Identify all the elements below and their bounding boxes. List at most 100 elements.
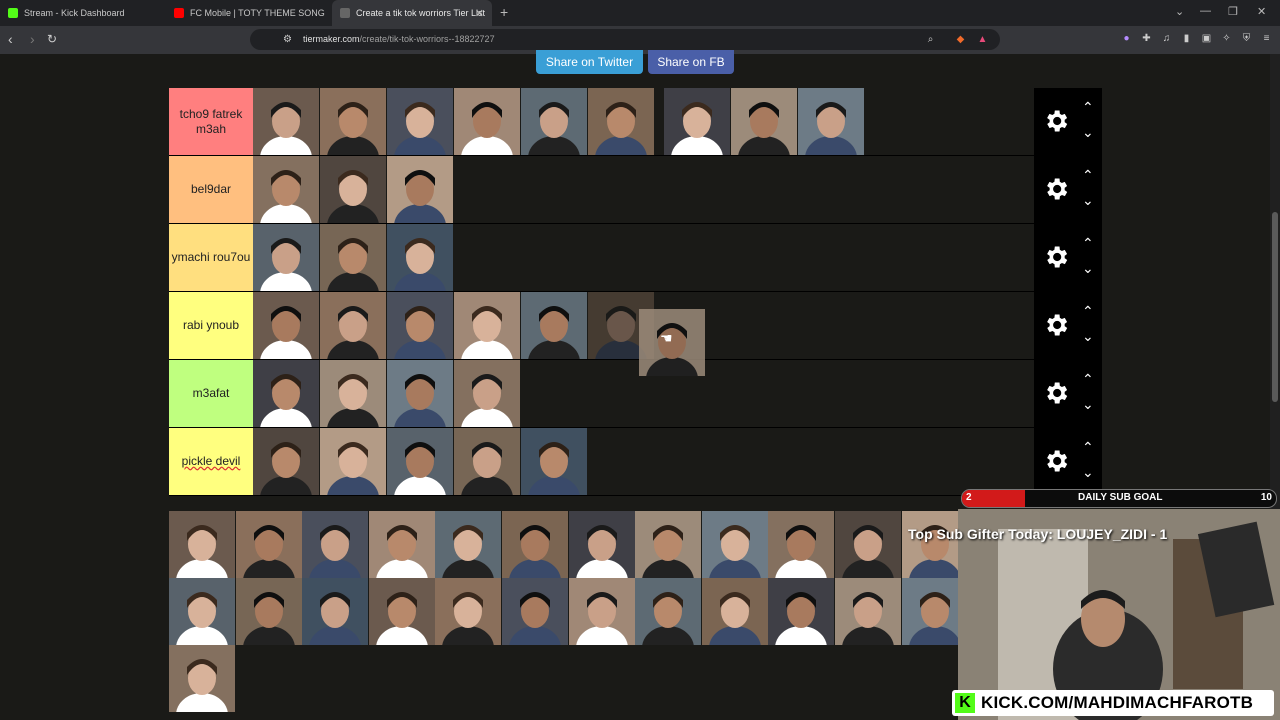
tier-items[interactable]	[253, 88, 1034, 180]
tier-items[interactable]	[253, 428, 1034, 520]
tier-item-avatar[interactable]	[521, 292, 587, 384]
pool-item-avatar[interactable]	[169, 645, 235, 720]
tier-item-avatar[interactable]	[387, 428, 453, 520]
gear-icon[interactable]	[1042, 243, 1070, 271]
move-tier-up-icon[interactable]: ⌃	[1082, 100, 1094, 114]
tier-item-avatar[interactable]	[387, 292, 453, 384]
move-tier-up-icon[interactable]: ⌃	[1082, 440, 1094, 454]
minimize-icon[interactable]: —	[1200, 5, 1211, 17]
gear-icon[interactable]	[1042, 311, 1070, 339]
tier-item-avatar[interactable]	[320, 224, 386, 316]
new-tab-icon[interactable]: +	[500, 4, 508, 20]
pool-item-avatar[interactable]	[235, 578, 302, 670]
tier-item-avatar[interactable]	[521, 428, 587, 520]
pool-item-avatar[interactable]	[502, 511, 568, 603]
pool-item-avatar[interactable]	[635, 578, 702, 670]
tier-items[interactable]	[253, 224, 1034, 316]
tier-item-avatar[interactable]	[253, 224, 319, 316]
tier-item-avatar[interactable]	[253, 292, 319, 384]
pool-item-avatar[interactable]	[435, 578, 502, 670]
move-tier-down-icon[interactable]: ⌄	[1082, 329, 1094, 343]
pool-item-avatar[interactable]	[768, 511, 835, 603]
scrollbar-thumb[interactable]	[1272, 212, 1278, 402]
tier-label[interactable]: rabi ynoub	[169, 292, 253, 359]
close-tab-icon[interactable]: ✕	[475, 7, 484, 20]
move-tier-up-icon[interactable]: ⌃	[1082, 236, 1094, 250]
tier-item-avatar[interactable]	[387, 224, 453, 316]
gear-icon[interactable]	[1042, 447, 1070, 475]
pool-item-avatar[interactable]	[302, 578, 369, 670]
share-fb-button[interactable]: Share on FB	[648, 50, 734, 74]
extensions-puzzle-icon[interactable]: ✚	[1141, 33, 1152, 44]
wallet-icon[interactable]: ▣	[1201, 33, 1212, 44]
tier-item-avatar[interactable]	[253, 156, 319, 248]
zoom-icon[interactable]: ⌕	[925, 34, 936, 45]
tier-item-avatar[interactable]	[320, 292, 386, 384]
tier-item-avatar[interactable]	[454, 428, 520, 520]
address-bar[interactable]: ⚙ tiermaker.com/create/tik-tok-worriors-…	[250, 29, 1000, 50]
pool-item-avatar[interactable]	[368, 578, 435, 670]
move-tier-up-icon[interactable]: ⌃	[1082, 168, 1094, 182]
tier-item-avatar[interactable]	[387, 88, 453, 180]
tier-item-avatar[interactable]	[253, 428, 319, 520]
pool-item-avatar[interactable]	[701, 511, 768, 603]
brave-shield-icon[interactable]: ◆	[955, 34, 966, 45]
gear-icon[interactable]	[1042, 379, 1070, 407]
tier-label[interactable]: m3afat	[169, 360, 253, 427]
tab-fc-mobile[interactable]: FC Mobile | TOTY THEME SONG	[166, 0, 330, 26]
tier-label[interactable]: pickle devil	[169, 428, 253, 495]
tier-item-avatar[interactable]	[731, 88, 797, 180]
gear-icon[interactable]	[1042, 175, 1070, 203]
vpn-icon[interactable]: ⛨	[1241, 33, 1252, 44]
pool-item-avatar[interactable]	[302, 511, 369, 603]
extension-icon[interactable]: ●	[1121, 33, 1132, 44]
tier-label[interactable]: tcho9 fatrek m3ah	[169, 88, 253, 155]
site-info-icon[interactable]: ⚙	[282, 34, 293, 45]
move-tier-down-icon[interactable]: ⌄	[1082, 193, 1094, 207]
move-tier-down-icon[interactable]: ⌄	[1082, 397, 1094, 411]
tier-item-avatar[interactable]	[387, 360, 453, 452]
tier-item-avatar[interactable]	[521, 88, 587, 180]
pool-item-avatar[interactable]	[568, 511, 635, 603]
tier-label[interactable]: ymachi rou7ou	[169, 224, 253, 291]
tier-label[interactable]: bel9dar	[169, 156, 253, 223]
close-window-icon[interactable]: ✕	[1257, 5, 1266, 18]
tier-item-avatar[interactable]	[454, 360, 520, 452]
tab-kick-dashboard[interactable]: Stream - Kick Dashboard	[0, 0, 165, 26]
tier-item-avatar[interactable]	[320, 428, 386, 520]
pool-item-avatar[interactable]	[435, 511, 502, 603]
pool-item-avatar[interactable]	[835, 578, 901, 670]
menu-icon[interactable]: ≡	[1261, 33, 1272, 44]
pool-item-avatar[interactable]	[502, 578, 568, 670]
tier-item-avatar[interactable]	[387, 156, 453, 248]
tab-tiermaker[interactable]: Create a tik tok worriors Tier List ✕	[332, 0, 492, 26]
pool-item-avatar[interactable]	[701, 578, 768, 670]
reload-icon[interactable]: ↻	[47, 32, 57, 46]
move-tier-up-icon[interactable]: ⌃	[1082, 304, 1094, 318]
back-icon[interactable]: ‹	[8, 31, 13, 47]
move-tier-down-icon[interactable]: ⌄	[1082, 261, 1094, 275]
brave-rewards-icon[interactable]: ▲	[977, 34, 988, 45]
share-twitter-button[interactable]: Share on Twitter	[536, 50, 643, 74]
tier-item-avatar[interactable]	[798, 88, 864, 180]
tier-item-avatar[interactable]	[253, 88, 319, 180]
move-tier-up-icon[interactable]: ⌃	[1082, 372, 1094, 386]
pool-item-avatar[interactable]	[768, 578, 835, 670]
maximize-icon[interactable]: ❐	[1228, 5, 1238, 18]
tier-item-avatar[interactable]	[588, 88, 654, 180]
tier-item-avatar[interactable]	[253, 360, 319, 452]
forward-icon[interactable]: ›	[30, 31, 35, 47]
tier-item-avatar[interactable]	[664, 88, 730, 180]
pool-item-avatar[interactable]	[368, 511, 435, 603]
tier-item-avatar[interactable]	[454, 292, 520, 384]
pool-item-avatar[interactable]	[835, 511, 901, 603]
pool-item-avatar[interactable]	[568, 578, 635, 670]
move-tier-down-icon[interactable]: ⌄	[1082, 125, 1094, 139]
tier-item-avatar[interactable]	[320, 360, 386, 452]
sidebar-icon[interactable]: ▮	[1181, 33, 1192, 44]
pool-item-avatar[interactable]	[635, 511, 702, 603]
tab-search-icon[interactable]: ⌄	[1175, 5, 1184, 18]
pool-item-avatar[interactable]	[235, 511, 302, 603]
tier-item-avatar[interactable]	[320, 88, 386, 180]
tier-items[interactable]	[253, 156, 1034, 248]
